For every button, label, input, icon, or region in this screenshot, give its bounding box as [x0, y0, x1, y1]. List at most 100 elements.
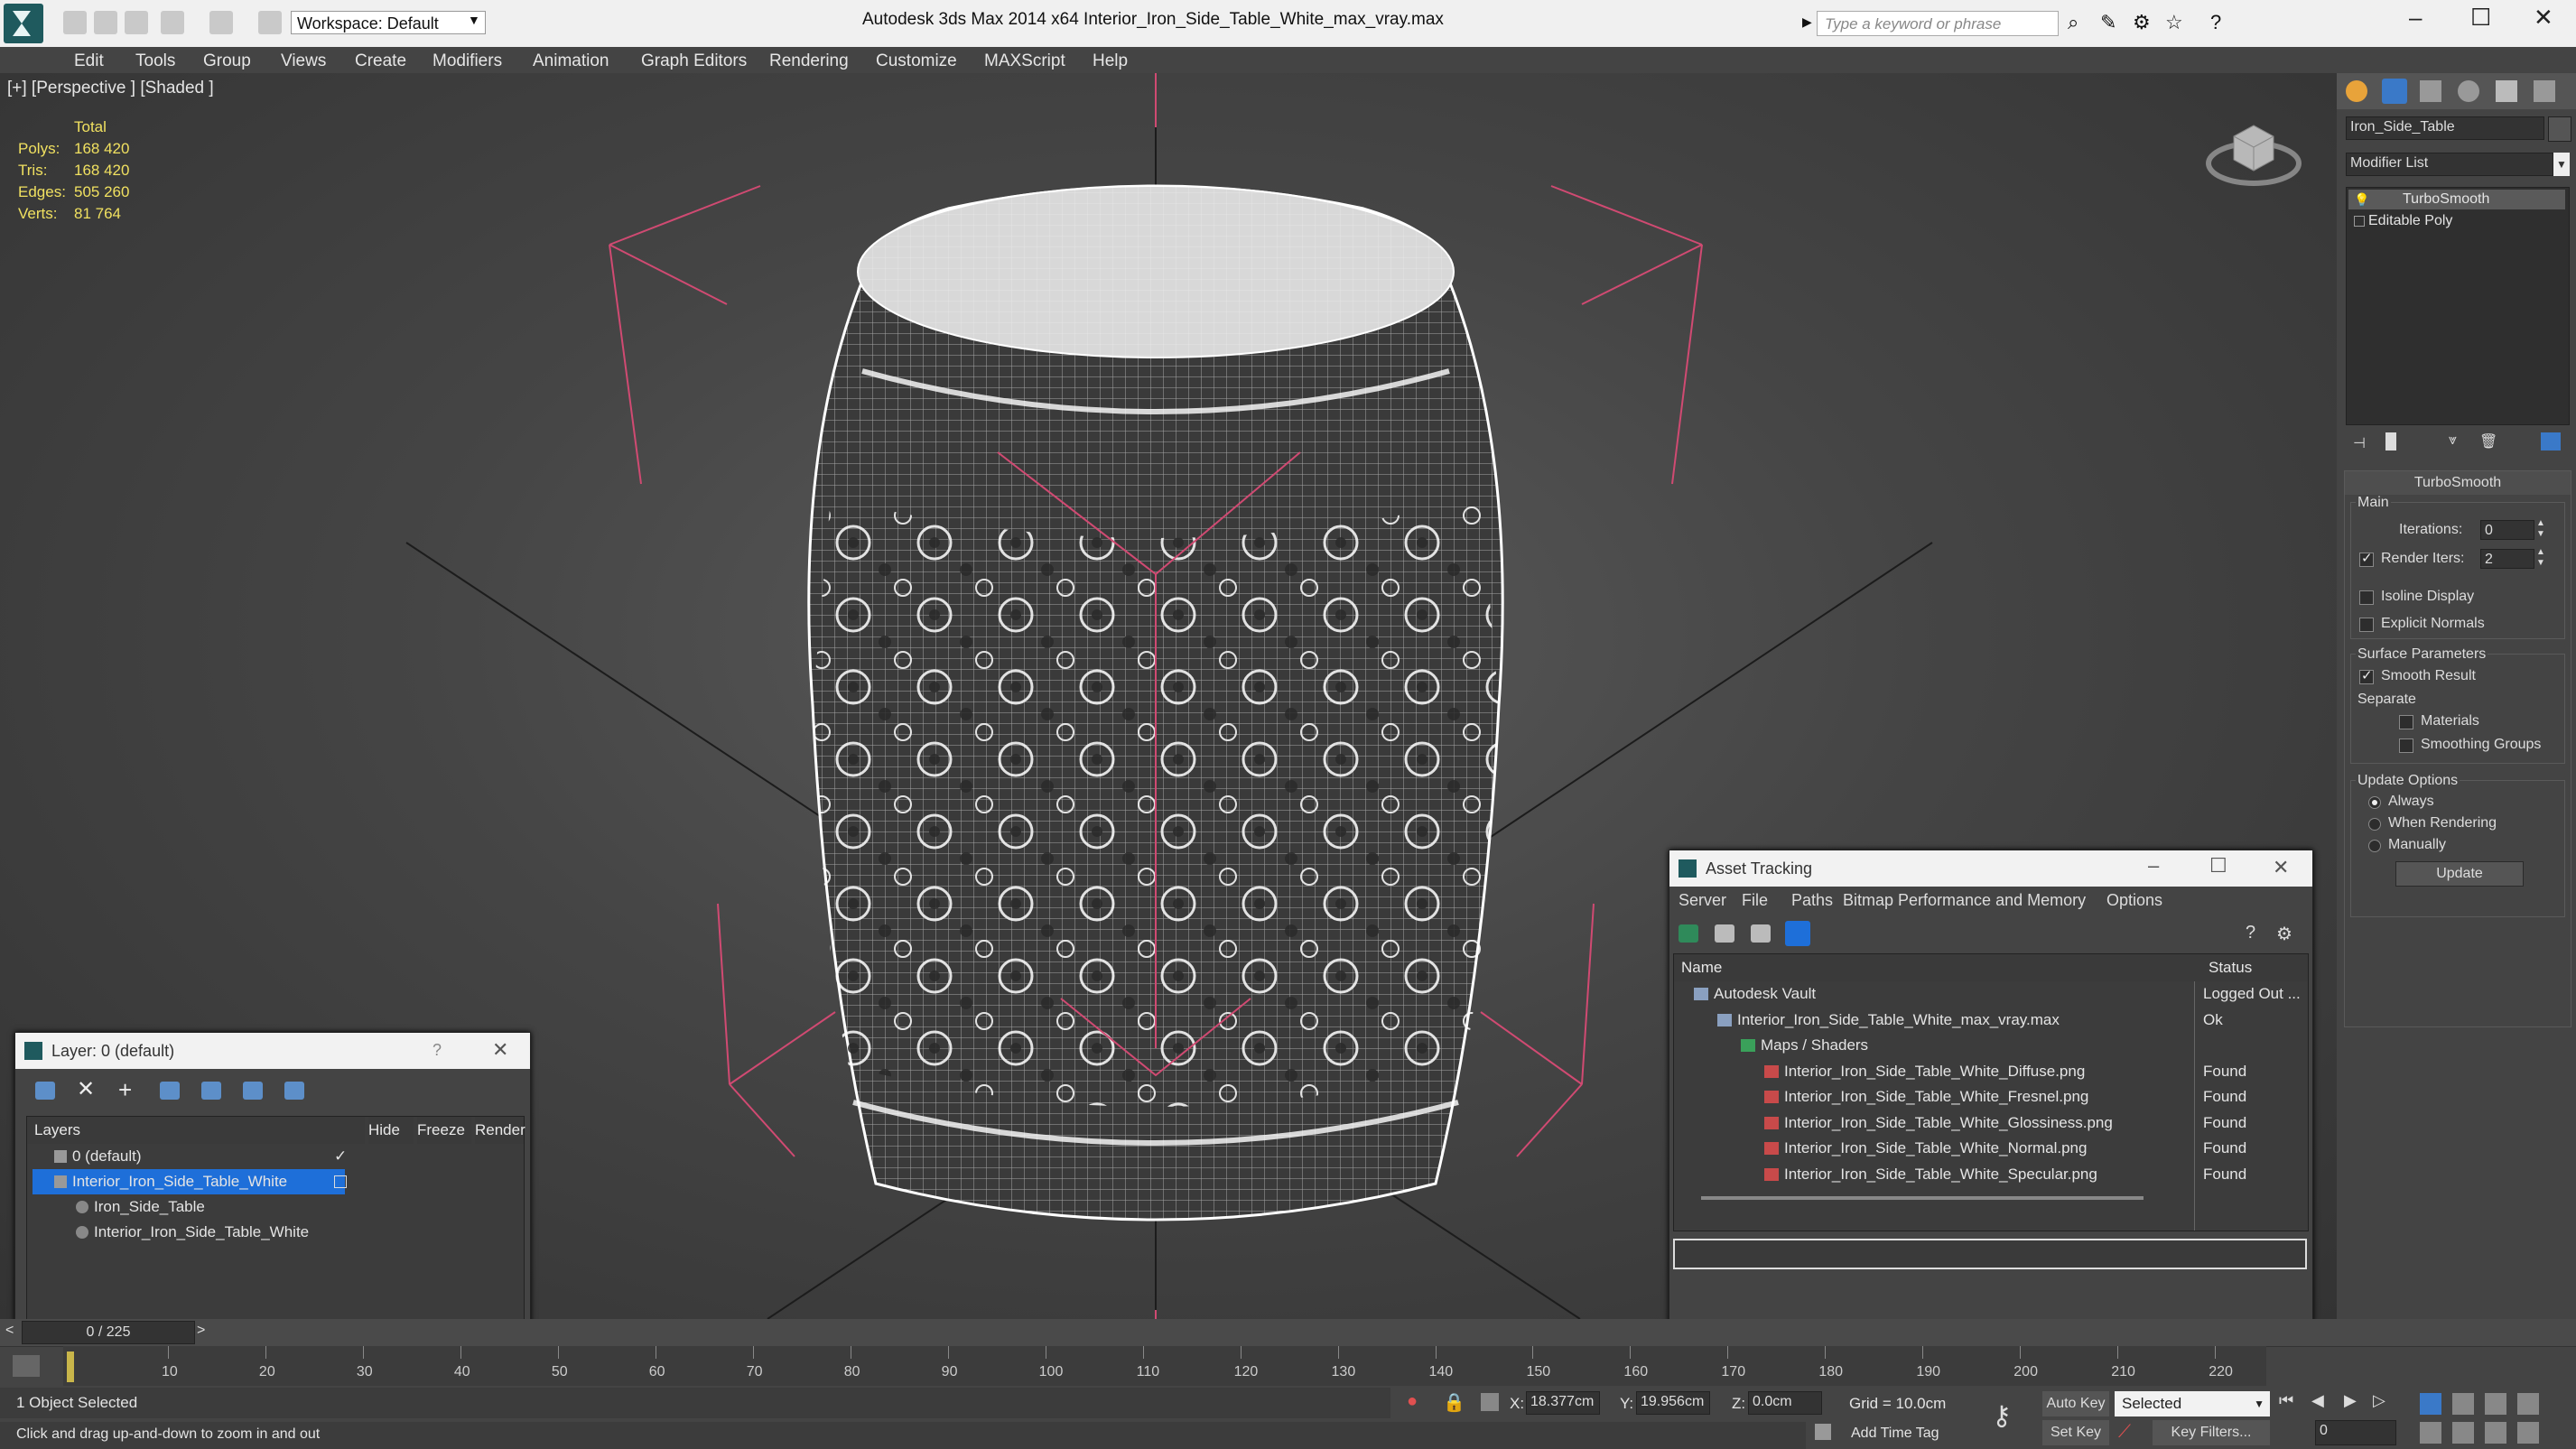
- communication-icon[interactable]: ⚙: [2133, 11, 2151, 34]
- add-to-layer-icon[interactable]: +: [118, 1076, 132, 1104]
- asset-row[interactable]: Interior_Iron_Side_Table_White_Fresnel.p…: [1674, 1084, 2306, 1110]
- always-radio[interactable]: [2368, 796, 2381, 809]
- render-iters-checkbox[interactable]: [2359, 550, 2374, 567]
- isolate-icon[interactable]: ●: [1407, 1391, 1418, 1412]
- new-file-icon[interactable]: [63, 11, 87, 34]
- maximize-icon[interactable]: ☐: [2470, 4, 2491, 32]
- set-key-mode-icon[interactable]: ⚷: [1992, 1400, 2012, 1432]
- modifier-list-arrow-icon[interactable]: ▼: [2553, 153, 2570, 176]
- hide-all-icon[interactable]: [243, 1082, 263, 1100]
- asset-row[interactable]: Interior_Iron_Side_Table_White_Diffuse.p…: [1674, 1059, 2306, 1084]
- freeze-all-icon[interactable]: [284, 1082, 304, 1100]
- asset-settings-icon[interactable]: ⚙: [2276, 923, 2292, 945]
- zoom-extents-icon[interactable]: [2485, 1393, 2506, 1415]
- selection-lock-icon[interactable]: 🔒: [1443, 1391, 1465, 1414]
- menu-help[interactable]: Help: [1093, 51, 1128, 71]
- layer-row[interactable]: Iron_Side_Table: [27, 1194, 524, 1220]
- render-iters-spinner[interactable]: 2: [2480, 549, 2534, 569]
- select-in-layer-icon[interactable]: [160, 1082, 180, 1100]
- key-selection-dropdown[interactable]: Selected ▼: [2115, 1391, 2270, 1416]
- configure-sets-icon[interactable]: [2541, 432, 2561, 450]
- manually-radio[interactable]: [2368, 840, 2381, 852]
- save-file-icon[interactable]: [125, 11, 148, 34]
- smooth-result-checkbox[interactable]: [2359, 667, 2374, 684]
- zoom-all-icon[interactable]: [2452, 1393, 2474, 1415]
- object-name-field[interactable]: Iron_Side_Table: [2346, 116, 2544, 140]
- show-end-result-icon[interactable]: [2385, 432, 2396, 450]
- asset-row[interactable]: Interior_Iron_Side_Table_White_max_vray.…: [1674, 1008, 2306, 1033]
- subscription-icon[interactable]: ✎: [2100, 11, 2116, 34]
- menu-customize[interactable]: Customize: [876, 51, 957, 71]
- asset-window-titlebar[interactable]: Asset Tracking – ☐ ✕: [1669, 850, 2312, 887]
- stack-item-turbosmooth[interactable]: 💡 TurboSmooth: [2348, 190, 2565, 209]
- asset-minimize-icon[interactable]: –: [2148, 854, 2159, 878]
- layer-row[interactable]: Interior_Iron_Side_Table_White: [27, 1220, 524, 1245]
- undo-icon[interactable]: [161, 11, 184, 34]
- orbit-icon[interactable]: [2485, 1422, 2506, 1444]
- new-layer-icon[interactable]: [35, 1082, 55, 1100]
- iron-side-table-mesh[interactable]: [807, 184, 1504, 1221]
- asset-menu-options[interactable]: Options: [2106, 891, 2162, 910]
- layer-col-layers[interactable]: Layers: [27, 1117, 365, 1144]
- track-bar[interactable]: 10 20 30 40 50 60 70 80 90 100 110 120 130 140 150 160 1…: [63, 1346, 2266, 1386]
- help-icon[interactable]: ?: [2210, 11, 2221, 34]
- remove-modifier-icon[interactable]: 🗑: [2479, 432, 2497, 450]
- update-button[interactable]: Update: [2395, 861, 2524, 887]
- asset-maximize-icon[interactable]: ☐: [2209, 854, 2227, 878]
- modify-tab-icon[interactable]: [2382, 79, 2407, 104]
- asset-menu-paths[interactable]: Paths: [1791, 891, 1833, 910]
- menu-tools[interactable]: Tools: [135, 51, 175, 71]
- explicit-normals-checkbox[interactable]: [2359, 618, 2374, 632]
- favorites-icon[interactable]: ☆: [2165, 11, 2183, 34]
- key-filters-button[interactable]: Key Filters...: [2153, 1420, 2270, 1445]
- menu-create[interactable]: Create: [355, 51, 406, 71]
- hierarchy-tab-icon[interactable]: [2420, 80, 2441, 102]
- smoothing-groups-checkbox[interactable]: [2399, 738, 2413, 753]
- thumbnail-view-icon[interactable]: [1751, 924, 1771, 943]
- layer-row[interactable]: 0 (default) ✓: [27, 1144, 524, 1169]
- when-rendering-radio[interactable]: [2368, 818, 2381, 831]
- app-logo-icon[interactable]: [4, 4, 43, 43]
- field-of-view-icon[interactable]: [2420, 1422, 2441, 1444]
- open-file-icon[interactable]: [94, 11, 117, 34]
- play-icon[interactable]: ▶: [2344, 1391, 2357, 1410]
- menu-animation[interactable]: Animation: [533, 51, 609, 71]
- light-bulb-icon[interactable]: 💡: [2354, 190, 2369, 209]
- layer-row-selected[interactable]: Interior_Iron_Side_Table_White: [27, 1169, 524, 1194]
- asset-col-name[interactable]: Name: [1674, 954, 2201, 981]
- rollout-title[interactable]: TurboSmooth: [2345, 471, 2571, 495]
- layer-col-hide[interactable]: Hide: [368, 1117, 414, 1144]
- time-slider-thumb[interactable]: 0 / 225: [22, 1321, 195, 1344]
- zoom-icon[interactable]: [2420, 1393, 2441, 1415]
- workspace-dropdown[interactable]: Workspace: Default: [291, 11, 486, 34]
- minimize-icon[interactable]: –: [2409, 4, 2422, 32]
- menu-views[interactable]: Views: [281, 51, 326, 71]
- layer-col-freeze[interactable]: Freeze: [417, 1117, 471, 1144]
- delete-layer-icon[interactable]: ✕: [77, 1076, 95, 1102]
- menu-modifiers[interactable]: Modifiers: [432, 51, 502, 71]
- make-unique-icon[interactable]: ⩔: [2449, 432, 2457, 449]
- add-time-tag[interactable]: Add Time Tag: [1851, 1426, 1939, 1442]
- viewport-label[interactable]: [+] [Perspective ] [Shaded ]: [7, 79, 214, 98]
- asset-path-field[interactable]: [1673, 1239, 2307, 1269]
- z-coordinate-field[interactable]: 0.0cm: [1748, 1391, 1822, 1415]
- layer-help-icon[interactable]: ?: [432, 1041, 442, 1060]
- menu-edit[interactable]: Edit: [74, 51, 104, 71]
- motion-tab-icon[interactable]: [2458, 80, 2479, 102]
- maximize-viewport-icon[interactable]: [2517, 1422, 2539, 1444]
- table-view-icon[interactable]: [1785, 921, 1810, 946]
- asset-menu-bitmap[interactable]: Bitmap Performance and Memory: [1843, 891, 2086, 910]
- stack-item-editable-poly[interactable]: Editable Poly: [2348, 211, 2565, 231]
- asset-menu-server[interactable]: Server: [1679, 891, 1726, 910]
- iterations-spinner-arrows-icon[interactable]: ▲ ▼: [2536, 518, 2545, 540]
- workspace-dropdown-arrow-icon[interactable]: ▼: [468, 13, 480, 27]
- object-color-swatch[interactable]: [2548, 116, 2571, 142]
- menu-graph-editors[interactable]: Graph Editors: [641, 51, 747, 71]
- asset-help-icon[interactable]: ?: [2246, 923, 2255, 943]
- asset-close-icon[interactable]: ✕: [2273, 856, 2289, 879]
- asset-row[interactable]: Interior_Iron_Side_Table_White_Glossines…: [1674, 1110, 2306, 1136]
- time-slider-prev-icon[interactable]: <: [5, 1323, 14, 1339]
- time-tag-icon[interactable]: [1815, 1424, 1831, 1440]
- mini-listener-icon[interactable]: [13, 1355, 40, 1377]
- asset-row[interactable]: Maps / Shaders: [1674, 1033, 2306, 1058]
